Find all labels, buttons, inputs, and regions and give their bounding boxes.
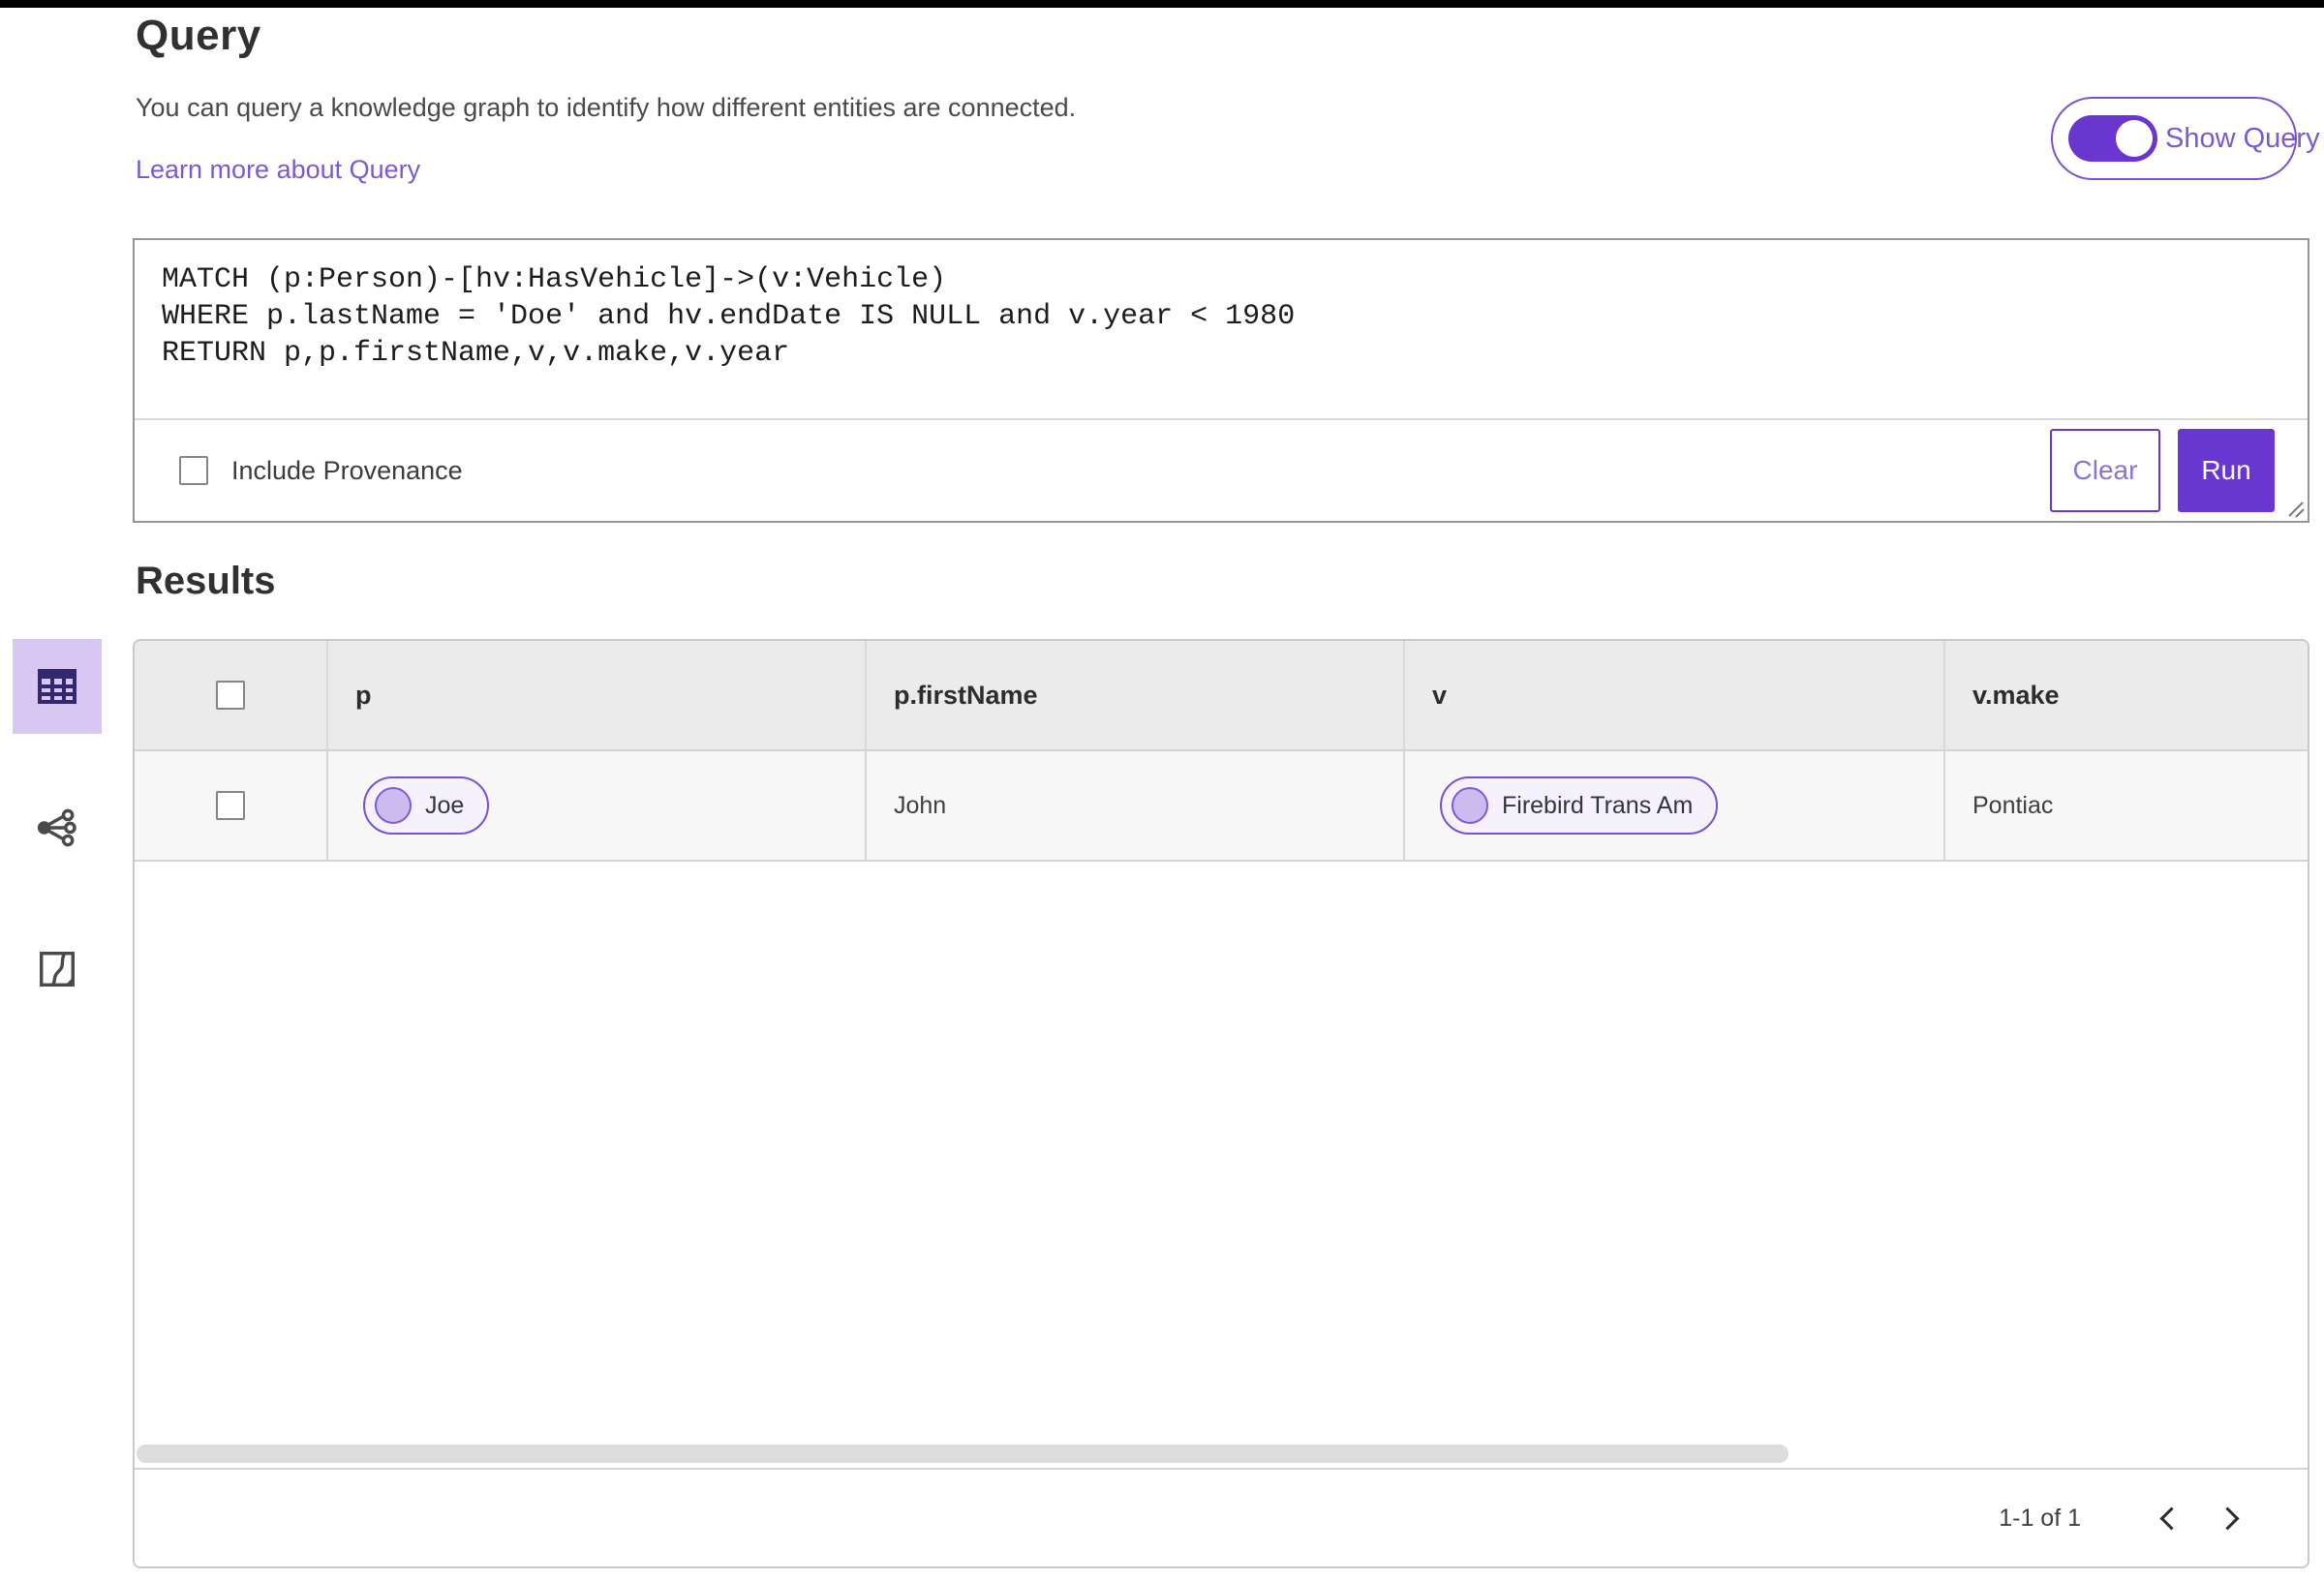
column-header-v-make[interactable]: v.make xyxy=(1943,641,2308,749)
results-heading: Results xyxy=(136,560,276,602)
graph-view-icon xyxy=(37,808,76,847)
horizontal-scrollbar xyxy=(135,1443,2308,1468)
cell-p-firstname: John xyxy=(865,751,1403,860)
entity-node-icon xyxy=(1452,787,1488,824)
column-header-p-firstname[interactable]: p.firstName xyxy=(865,641,1403,749)
row-checkbox-cell xyxy=(135,751,326,860)
entity-chip-person[interactable]: Joe xyxy=(363,776,490,835)
cell-v: Firebird Trans Am xyxy=(1403,751,1943,860)
show-query-toggle[interactable]: Show Query xyxy=(2051,97,2320,180)
learn-more-link[interactable]: Learn more about Query xyxy=(136,155,420,185)
query-panel-footer: Include Provenance Clear Run xyxy=(135,420,2308,521)
entity-chip-vehicle[interactable]: Firebird Trans Am xyxy=(1440,776,1719,835)
query-panel: MATCH (p:Person)-[hv:HasVehicle]->(v:Veh… xyxy=(133,238,2309,523)
row-checkbox[interactable] xyxy=(216,791,245,820)
header-checkbox-cell xyxy=(135,641,326,749)
show-query-toggle-label: Show Query xyxy=(2165,122,2320,154)
previous-page-button[interactable] xyxy=(2137,1487,2199,1549)
clear-button[interactable]: Clear xyxy=(2050,429,2160,512)
table-header-row: p p.firstName v v.make xyxy=(135,641,2308,751)
results-panel: p p.firstName v v.make Joe John Firebird… xyxy=(133,639,2309,1568)
cell-p: Joe xyxy=(326,751,865,860)
column-header-v[interactable]: v xyxy=(1403,641,1943,749)
column-header-p[interactable]: p xyxy=(326,641,865,749)
run-button[interactable]: Run xyxy=(2178,429,2275,512)
include-provenance-label: Include Provenance xyxy=(231,455,463,485)
query-code-editor[interactable]: MATCH (p:Person)-[hv:HasVehicle]->(v:Veh… xyxy=(135,240,2308,420)
graph-view-button[interactable] xyxy=(13,780,102,875)
select-all-checkbox[interactable] xyxy=(216,681,245,710)
table-row: Joe John Firebird Trans Am Pontiac xyxy=(135,751,2308,862)
table-view-button[interactable] xyxy=(13,639,102,734)
map-view-icon xyxy=(39,951,76,988)
toggle-switch-icon[interactable] xyxy=(2068,115,2157,162)
cell-v-make: Pontiac xyxy=(1943,751,2308,860)
entity-chip-label: Joe xyxy=(425,791,465,819)
page-title: Query xyxy=(136,12,261,59)
entity-chip-label: Firebird Trans Am xyxy=(1502,791,1694,819)
include-provenance-checkbox[interactable] xyxy=(179,456,208,485)
table-footer: 1-1 of 1 xyxy=(135,1468,2308,1566)
next-page-button[interactable] xyxy=(2199,1487,2261,1549)
resize-handle-icon[interactable] xyxy=(2283,497,2305,518)
chevron-right-icon xyxy=(2215,1505,2240,1531)
toggle-knob xyxy=(2116,120,2153,157)
top-black-bar xyxy=(0,0,2324,8)
table-empty-area xyxy=(135,862,2308,1443)
pagination-range: 1-1 of 1 xyxy=(1999,1504,2081,1532)
map-view-button[interactable] xyxy=(13,922,102,1017)
entity-node-icon xyxy=(375,787,412,824)
chevron-left-icon xyxy=(2158,1505,2184,1531)
page-description: You can query a knowledge graph to ident… xyxy=(136,93,1077,122)
results-view-switcher xyxy=(0,639,116,1017)
table-view-icon xyxy=(38,669,76,704)
horizontal-scrollbar-thumb[interactable] xyxy=(137,1444,1789,1463)
